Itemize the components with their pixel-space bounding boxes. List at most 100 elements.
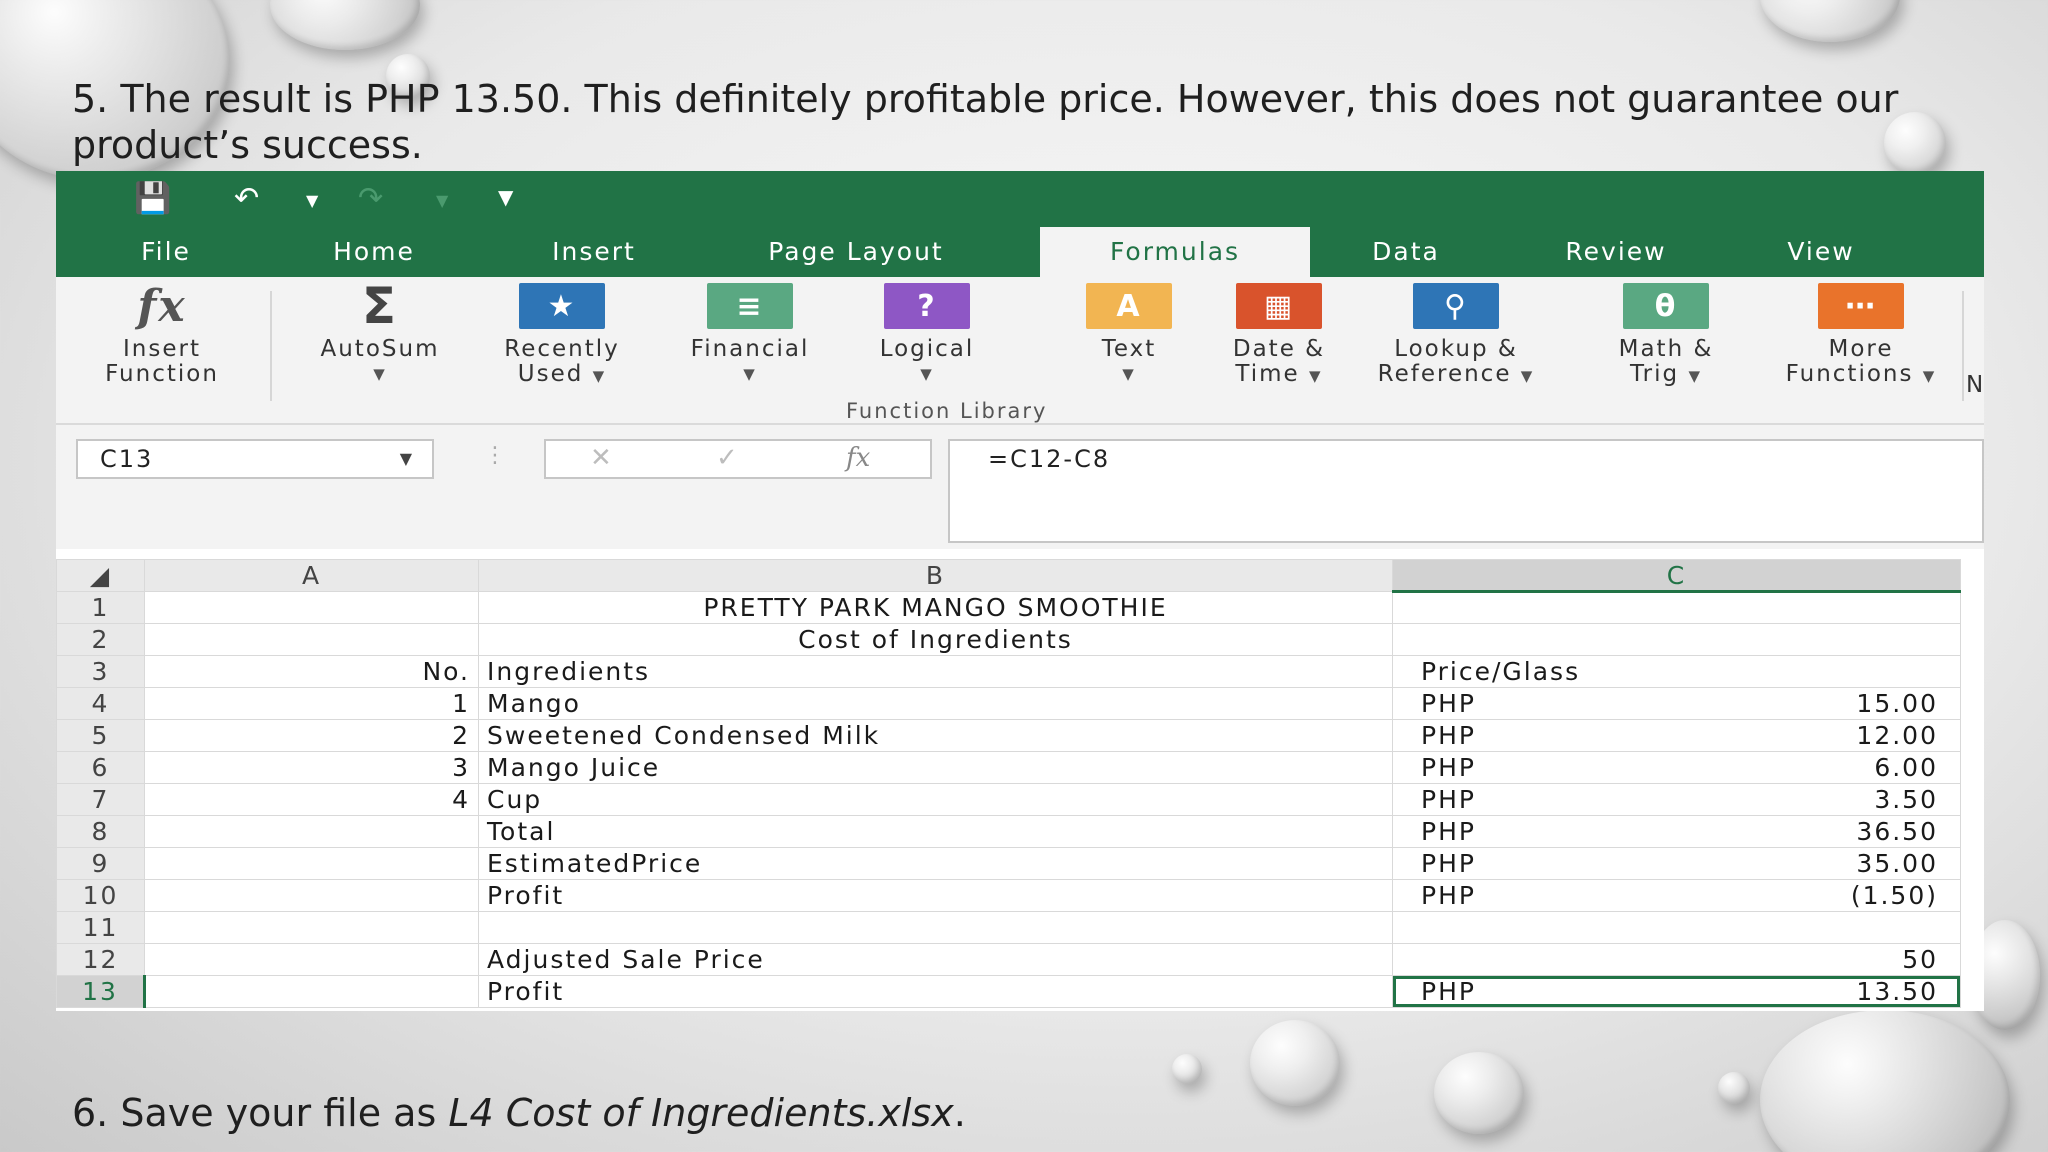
column-header-b[interactable]: B	[478, 559, 1393, 592]
cell-c[interactable]	[1392, 623, 1961, 656]
tab-formulas[interactable]: Formulas	[1040, 227, 1310, 277]
cell-a[interactable]: 1	[144, 687, 479, 720]
cell-c[interactable]: 50	[1392, 943, 1961, 976]
cell-b[interactable]: Profit	[478, 975, 1393, 1008]
table-row: 6 3 Mango Juice PHP 6.00	[56, 751, 1961, 784]
cell-b[interactable]: Cost of Ingredients	[478, 623, 1393, 656]
cell-a[interactable]	[144, 815, 479, 848]
more-functions-button[interactable]: ⋯ More Functions ▼	[1754, 283, 1968, 389]
cell-b[interactable]: Profit	[478, 879, 1393, 912]
cell-b[interactable]	[478, 911, 1393, 944]
save-icon[interactable]: 💾	[134, 181, 171, 216]
cell-a[interactable]	[144, 879, 479, 912]
tab-data[interactable]: Data	[1356, 227, 1456, 277]
row-header[interactable]: 12	[56, 943, 145, 976]
date-time-button[interactable]: ▦ Date & Time ▼	[1204, 283, 1354, 389]
row-header[interactable]: 11	[56, 911, 145, 944]
cell-b[interactable]: PRETTY PARK MANGO SMOOTHIE	[478, 591, 1393, 624]
tab-file[interactable]: File	[116, 227, 216, 277]
column-header-a[interactable]: A	[144, 559, 479, 592]
insert-function-icon[interactable]: fx	[846, 443, 870, 473]
row-header[interactable]: 8	[56, 815, 145, 848]
logical-button[interactable]: ? Logical ▼	[852, 283, 1002, 387]
row-header[interactable]: 4	[56, 687, 145, 720]
column-header-c[interactable]: C	[1392, 559, 1961, 593]
cell-a[interactable]: No.	[144, 655, 479, 688]
math-trig-button[interactable]: θ Math & Trig ▼	[1584, 283, 1748, 389]
function-library-group-label: Function Library	[846, 399, 1048, 423]
enter-icon[interactable]: ✓	[716, 443, 738, 473]
cell-a[interactable]	[144, 943, 479, 976]
cell-b[interactable]: Adjusted Sale Price	[478, 943, 1393, 976]
row-header[interactable]: 13	[56, 975, 146, 1008]
row-header[interactable]: 7	[56, 783, 145, 816]
text-button[interactable]: A Text ▼	[1056, 283, 1202, 387]
recently-used-button[interactable]: ★ Recently Used ▼	[480, 283, 644, 389]
cell-a[interactable]: 2	[144, 719, 479, 752]
cell-c[interactable]: Price/Glass	[1392, 655, 1961, 688]
cell-b[interactable]: Total	[478, 815, 1393, 848]
autosum-button[interactable]: Σ AutoSum ▼	[292, 281, 468, 387]
chevron-down-icon: ▼	[1309, 367, 1323, 385]
cell-b[interactable]: EstimatedPrice	[478, 847, 1393, 880]
lookup-reference-button[interactable]: ⚲ Lookup & Reference ▼	[1356, 283, 1556, 389]
cell-c[interactable]: PHP 15.00	[1392, 687, 1961, 720]
cell-c-currency: Price/Glass	[1421, 657, 1581, 686]
cell-b[interactable]: Mango Juice	[478, 751, 1393, 784]
cancel-icon[interactable]: ✕	[590, 443, 612, 473]
cell-c-currency: PHP	[1421, 817, 1476, 846]
cell-b[interactable]: Sweetened Condensed Milk	[478, 719, 1393, 752]
row-header[interactable]: 9	[56, 847, 145, 880]
row-header[interactable]: 1	[56, 591, 145, 624]
resize-handle[interactable]: ⋮	[484, 443, 506, 468]
cell-c[interactable]	[1392, 911, 1961, 944]
next-group-button[interactable]: N	[1966, 373, 1984, 398]
undo-icon[interactable]: ↶	[234, 181, 259, 216]
cell-b[interactable]: Ingredients	[478, 655, 1393, 688]
financial-button[interactable]: ≡ Financial ▼	[666, 283, 834, 387]
cell-c[interactable]: PHP 3.50	[1392, 783, 1961, 816]
cell-a[interactable]	[144, 591, 479, 624]
row-header[interactable]: 10	[56, 879, 145, 912]
row-header[interactable]: 5	[56, 719, 145, 752]
cell-c[interactable]	[1392, 591, 1961, 624]
tab-view[interactable]: View	[1766, 227, 1876, 277]
cell-a[interactable]	[144, 847, 479, 880]
row-header[interactable]: 3	[56, 655, 145, 688]
insert-function-button[interactable]: fx Insert Function	[72, 283, 252, 387]
ribbon-separator	[270, 291, 272, 401]
row-header[interactable]: 2	[56, 623, 145, 656]
table-row: 10 Profit PHP (1.50)	[56, 879, 1961, 912]
water-drop	[1760, 0, 1900, 42]
cell-b[interactable]: Cup	[478, 783, 1393, 816]
cell-c-value: 15.00	[1856, 689, 1938, 718]
undo-dropdown-icon[interactable]: ▼	[306, 191, 318, 210]
formula-bar-area: C13 ▼ ⋮ ✕ ✓ fx =C12-C8	[56, 425, 1984, 549]
tab-home[interactable]: Home	[306, 227, 442, 277]
water-drop	[1172, 1054, 1202, 1084]
tab-page-layout[interactable]: Page Layout	[736, 227, 976, 277]
cell-a[interactable]	[144, 911, 479, 944]
chevron-down-icon[interactable]: ▼	[400, 441, 414, 477]
cell-a[interactable]	[144, 623, 479, 656]
cell-b[interactable]: Mango	[478, 687, 1393, 720]
cell-c[interactable]: PHP (1.50)	[1392, 879, 1961, 912]
row-header[interactable]: 6	[56, 751, 145, 784]
cell-a[interactable]: 4	[144, 783, 479, 816]
cell-c-currency: PHP	[1421, 849, 1476, 878]
customize-toolbar-icon[interactable]: ▼	[498, 185, 513, 209]
formula-input[interactable]: =C12-C8	[948, 439, 1984, 543]
cell-c[interactable]: PHP 6.00	[1392, 751, 1961, 784]
cell-a[interactable]: 3	[144, 751, 479, 784]
cell-c[interactable]: PHP 12.00	[1392, 719, 1961, 752]
cell-a[interactable]	[144, 975, 479, 1008]
tab-insert[interactable]: Insert	[526, 227, 662, 277]
select-all-corner[interactable]: ◢	[56, 559, 145, 592]
name-box[interactable]: C13 ▼	[76, 439, 434, 479]
cell-c-currency: PHP	[1421, 721, 1476, 750]
cell-c[interactable]: PHP 36.50	[1392, 815, 1961, 848]
tab-review[interactable]: Review	[1536, 227, 1696, 277]
cell-c[interactable]: PHP 35.00	[1392, 847, 1961, 880]
chevron-down-icon: ▼	[373, 365, 387, 383]
active-cell[interactable]: PHP 13.50	[1392, 975, 1961, 1008]
